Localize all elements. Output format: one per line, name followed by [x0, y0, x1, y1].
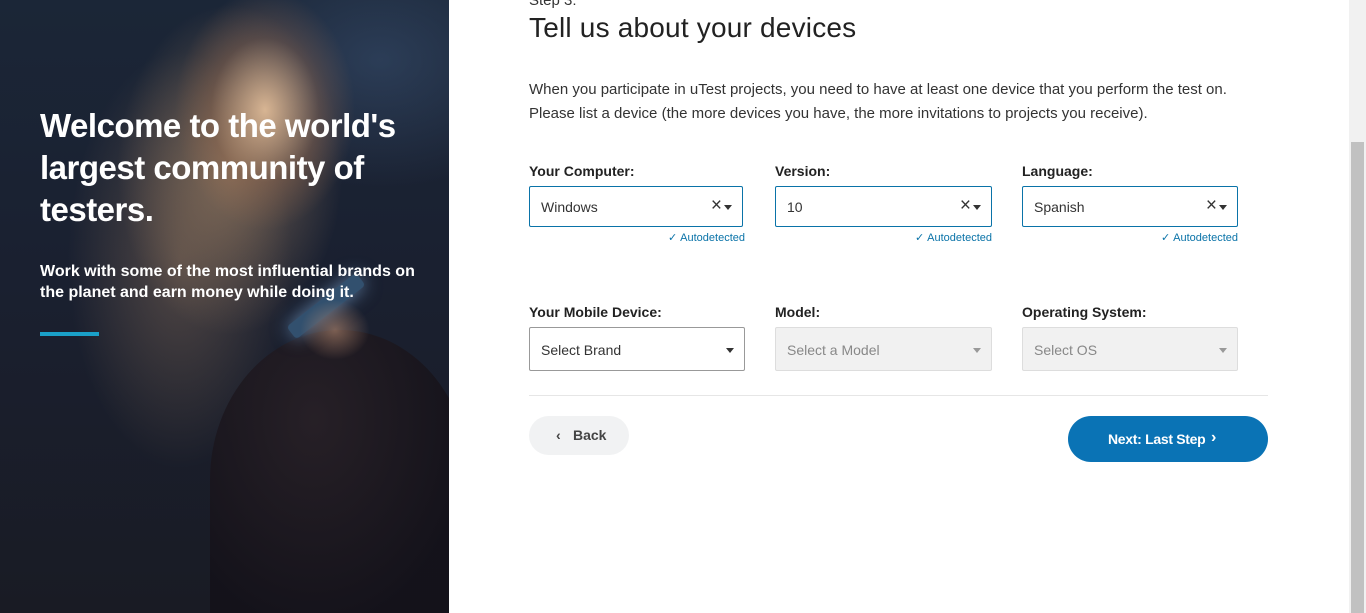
model-label: Model: — [775, 304, 821, 320]
mobile-device-label: Your Mobile Device: — [529, 304, 662, 320]
model-value: Select a Model — [787, 342, 880, 358]
caret-down-icon[interactable] — [973, 348, 981, 353]
mobile-brand-value: Select Brand — [541, 342, 622, 358]
caret-down-icon[interactable] — [726, 348, 734, 353]
back-label: Back — [573, 427, 607, 443]
os-label: Operating System: — [1022, 304, 1147, 320]
next-label: Next: Last Step — [1108, 431, 1206, 447]
language-value: Spanish — [1034, 199, 1085, 215]
check-icon: ✓ — [1160, 232, 1171, 244]
version-autodetected: ✓ Autodetected — [914, 232, 992, 244]
next-last-step-button[interactable]: Next: Last Step › — [1068, 416, 1268, 462]
hero-accent-bar — [40, 332, 99, 336]
step-indicator: Step 3: — [529, 0, 577, 9]
hero-photo-hand — [300, 300, 370, 360]
chevron-left-icon: ‹ — [556, 427, 561, 443]
caret-down-icon[interactable] — [1219, 348, 1227, 353]
language-label: Language: — [1022, 163, 1093, 179]
hero-panel: Welcome to the world's largest community… — [0, 0, 449, 613]
back-button[interactable]: ‹ Back — [529, 416, 629, 455]
intro-text: When you participate in uTest projects, … — [529, 81, 1227, 122]
check-icon: ✓ — [914, 232, 925, 244]
mobile-brand-select[interactable]: Select Brand — [529, 327, 745, 371]
caret-down-icon[interactable] — [1219, 205, 1227, 210]
scrollbar-thumb[interactable] — [1351, 142, 1364, 613]
version-select[interactable]: 10 × — [775, 186, 992, 227]
hero-heading: Welcome to the world's largest community… — [40, 107, 396, 228]
hero-subheading: Work with some of the most influential b… — [40, 263, 415, 301]
caret-down-icon[interactable] — [973, 205, 981, 210]
version-value: 10 — [787, 199, 803, 215]
chevron-right-icon: › — [1211, 429, 1217, 446]
scrollbar[interactable] — [1349, 0, 1366, 613]
computer-label: Your Computer: — [529, 163, 635, 179]
computer-value: Windows — [541, 199, 598, 215]
caret-down-icon[interactable] — [724, 205, 732, 210]
os-select[interactable]: Select OS — [1022, 327, 1238, 371]
close-icon[interactable]: × — [960, 196, 971, 216]
close-icon[interactable]: × — [1206, 196, 1217, 216]
language-autodetected: ✓ Autodetected — [1160, 232, 1238, 244]
page-title: Tell us about your devices — [529, 12, 857, 43]
divider — [529, 395, 1268, 396]
computer-autodetected: ✓ Autodetected — [667, 232, 745, 244]
os-value: Select OS — [1034, 342, 1098, 358]
check-icon: ✓ — [667, 232, 678, 244]
hero-photo-shadow — [210, 330, 449, 613]
version-label: Version: — [775, 163, 831, 179]
computer-select[interactable]: Windows × — [529, 186, 743, 227]
model-select[interactable]: Select a Model — [775, 327, 992, 371]
close-icon[interactable]: × — [711, 196, 722, 216]
language-select[interactable]: Spanish × — [1022, 186, 1238, 227]
